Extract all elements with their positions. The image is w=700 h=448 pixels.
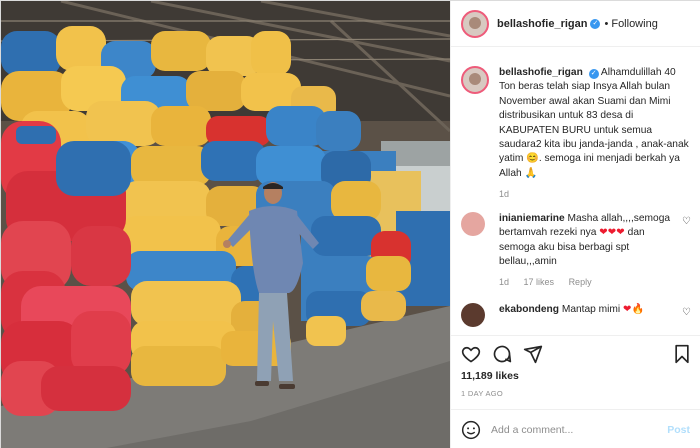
caption-username[interactable]: bellashofie_rigan — [499, 67, 583, 78]
post-caption: bellashofie_rigan ✓ Alhamdulillah 40 Ton… — [461, 66, 691, 199]
commenter-avatar[interactable] — [461, 212, 485, 236]
comment-username[interactable]: ekabondeng — [499, 304, 559, 315]
comment-age: 1d — [499, 276, 510, 287]
comment-item: inianiemarine Masha allah,,,,semoga bert… — [461, 212, 691, 287]
comment-text-block: inianiemarine Masha allah,,,,semoga bert… — [499, 212, 679, 270]
caption-avatar[interactable] — [461, 66, 489, 94]
header-username[interactable]: bellashofie_rigan — [497, 18, 587, 30]
bookmark-icon[interactable] — [672, 344, 692, 364]
post-header: bellashofie_rigan ✓ • Following — [451, 1, 700, 47]
post-comment-button[interactable]: Post — [667, 424, 690, 436]
comment-like-heart-icon[interactable]: ♡ — [682, 307, 691, 318]
heart-fire-emoji-icon: ❤🔥 — [623, 304, 645, 315]
heart-icon[interactable] — [461, 344, 481, 364]
comment-icon[interactable] — [492, 344, 512, 364]
avatar[interactable] — [461, 9, 489, 38]
rice-sacks-photo — [1, 1, 450, 448]
action-icons — [461, 344, 692, 366]
comment-input[interactable]: Add a comment... — [491, 424, 667, 436]
heart-emoji-icon: ❤❤❤ — [599, 227, 625, 239]
header-separator: • — [604, 17, 609, 30]
likes-count[interactable]: 11,189 likes — [461, 370, 519, 382]
post-photo[interactable] — [1, 1, 450, 448]
caption-age: 1d — [499, 189, 510, 200]
verified-badge-icon: ✓ — [588, 69, 599, 79]
share-icon[interactable] — [523, 344, 543, 364]
post-time-ago: 1 DAY AGO — [461, 389, 504, 398]
add-comment-bar: Add a comment... Post — [451, 409, 700, 448]
comment-likes[interactable]: 17 likes — [524, 277, 555, 287]
comment-like-heart-icon[interactable]: ♡ — [682, 216, 691, 227]
post-actions: 11,189 likes 1 DAY AGO — [451, 335, 700, 415]
comment-text: Mantap mimi — [561, 304, 623, 315]
comment-username[interactable]: inianiemarine — [499, 213, 565, 224]
comment-text-block: ekabondeng Mantap mimi ❤🔥 — [499, 303, 679, 317]
emoji-icon[interactable] — [461, 420, 481, 440]
post-sidebar: bellashofie_rigan ✓ • Following bellasho… — [450, 1, 700, 448]
commenter-avatar[interactable] — [461, 303, 485, 327]
caption-text: Alhamdulillah 40 Ton beras telah siap In… — [499, 67, 689, 179]
comment-item: ekabondeng Mantap mimi ❤🔥 ♡ — [461, 303, 691, 327]
comment-meta: 1d 17 likes Reply — [499, 277, 691, 287]
verified-badge-icon: ✓ — [590, 18, 601, 29]
reply-button[interactable]: Reply — [569, 277, 592, 287]
following-button[interactable]: Following — [611, 18, 657, 30]
comments-scroll-area[interactable]: bellashofie_rigan ✓ Alhamdulillah 40 Ton… — [451, 48, 700, 329]
caption-text-block: bellashofie_rigan ✓ Alhamdulillah 40 Ton… — [499, 66, 691, 181]
instagram-post-modal: bellashofie_rigan ✓ • Following bellasho… — [0, 0, 700, 448]
